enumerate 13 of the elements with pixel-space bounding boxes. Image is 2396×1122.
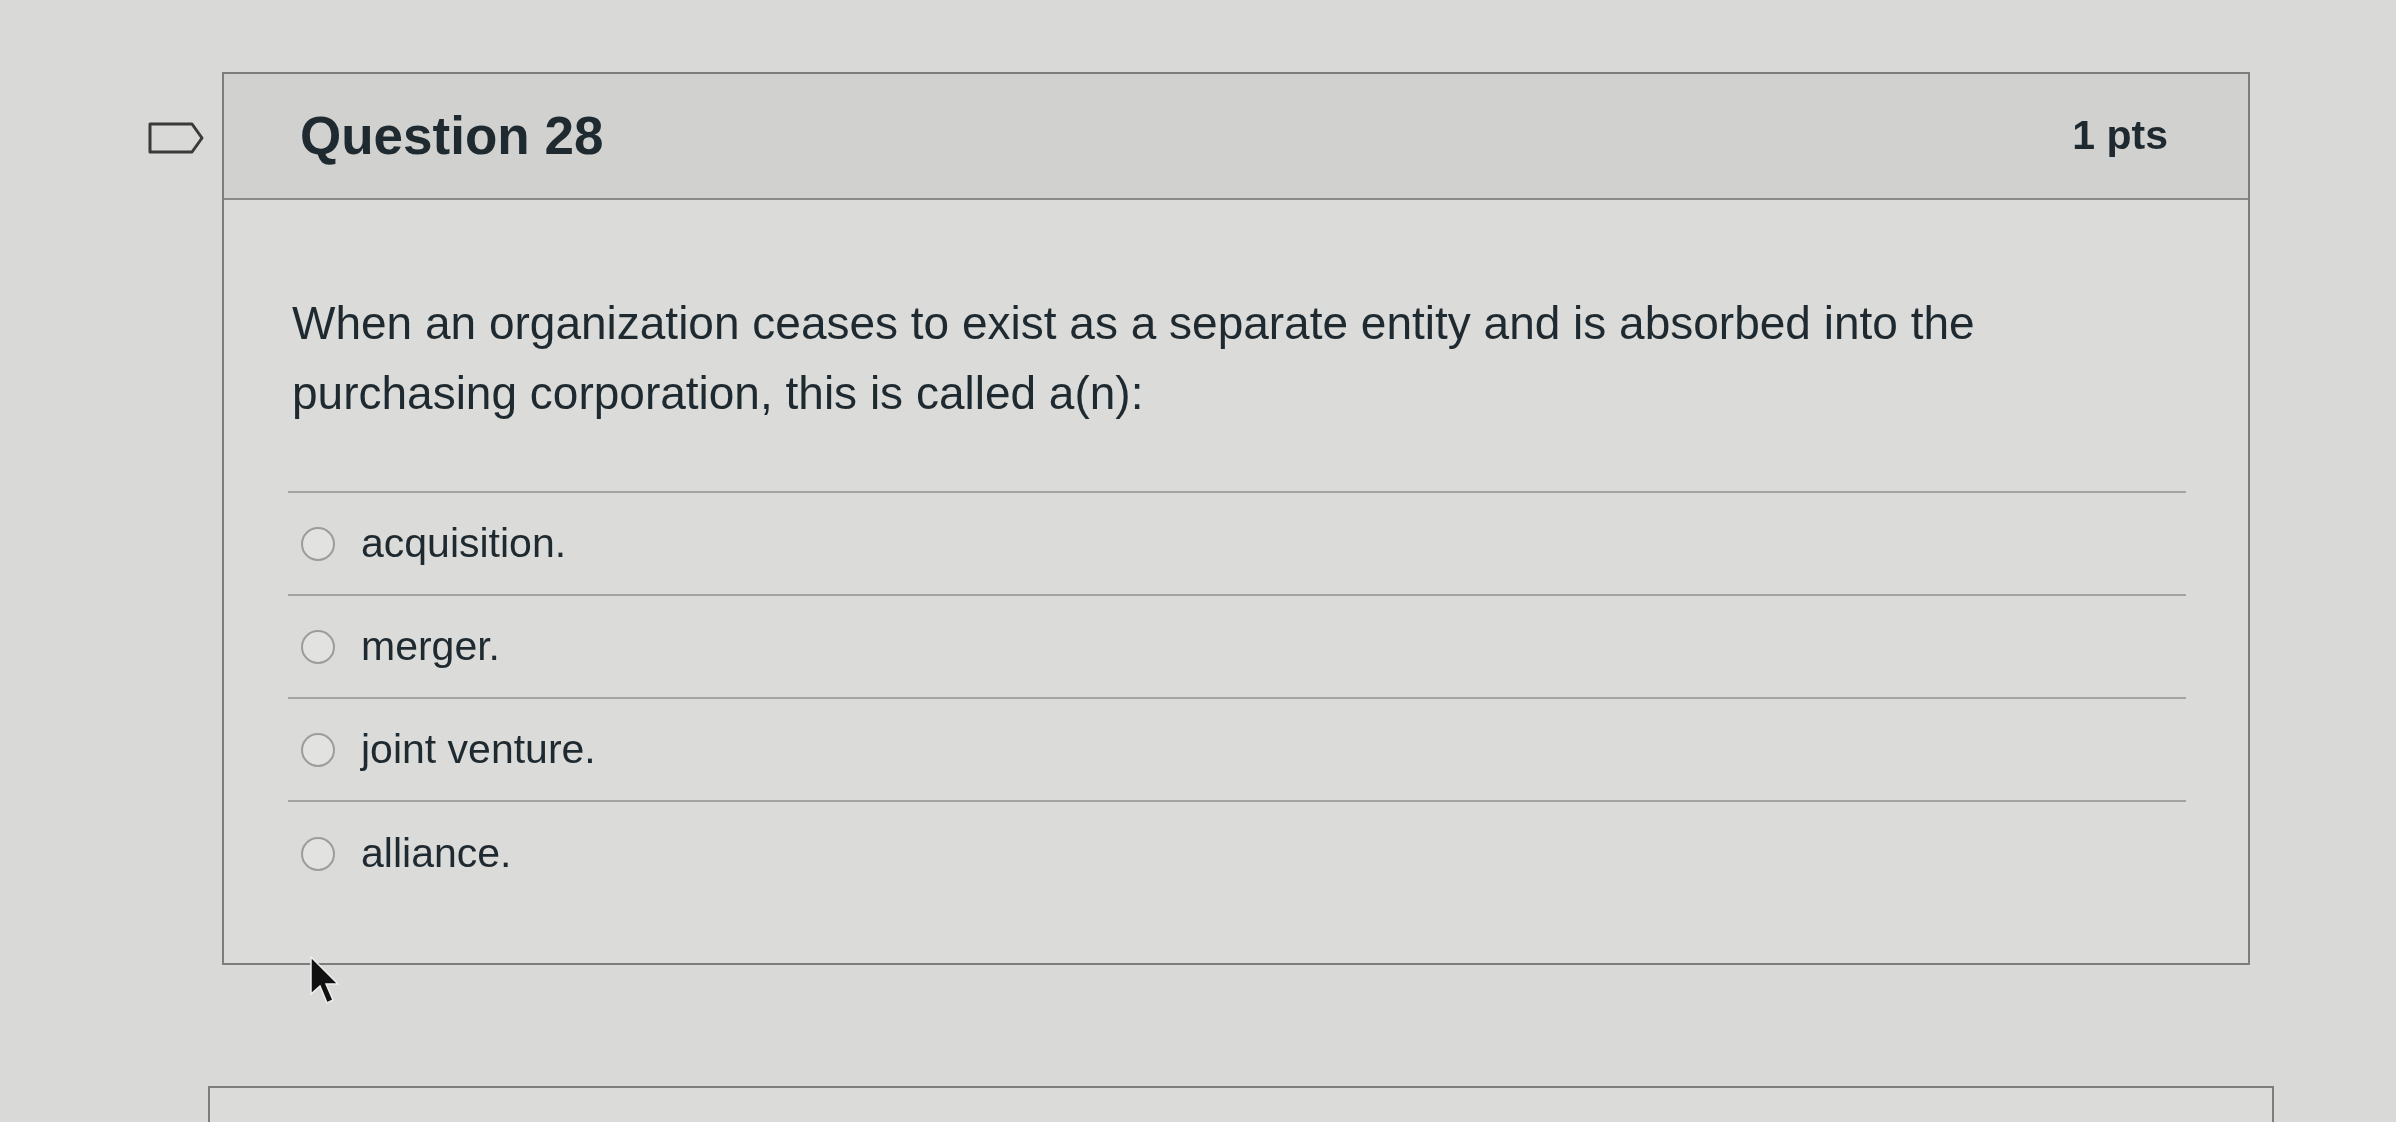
flag-icon[interactable] [148,122,204,154]
mouse-pointer-icon [310,956,340,1006]
answer-option[interactable]: merger. [361,615,500,678]
answer-option[interactable]: alliance. [361,822,512,885]
answer-option[interactable]: acquisition. [361,512,567,575]
answer-option[interactable]: joint venture. [361,718,596,781]
radio-button[interactable] [301,526,335,561]
radio-button[interactable] [301,629,335,664]
radio-button[interactable] [301,836,335,871]
radio-button[interactable] [301,732,335,767]
points-label: 1 pts [2072,111,2168,161]
question-text: When an organization ceases to exist as a separate entity and is absorbed into the purchasing corporation, this is called a(n): [291,296,1976,421]
question-title: Question 28 [300,105,604,168]
